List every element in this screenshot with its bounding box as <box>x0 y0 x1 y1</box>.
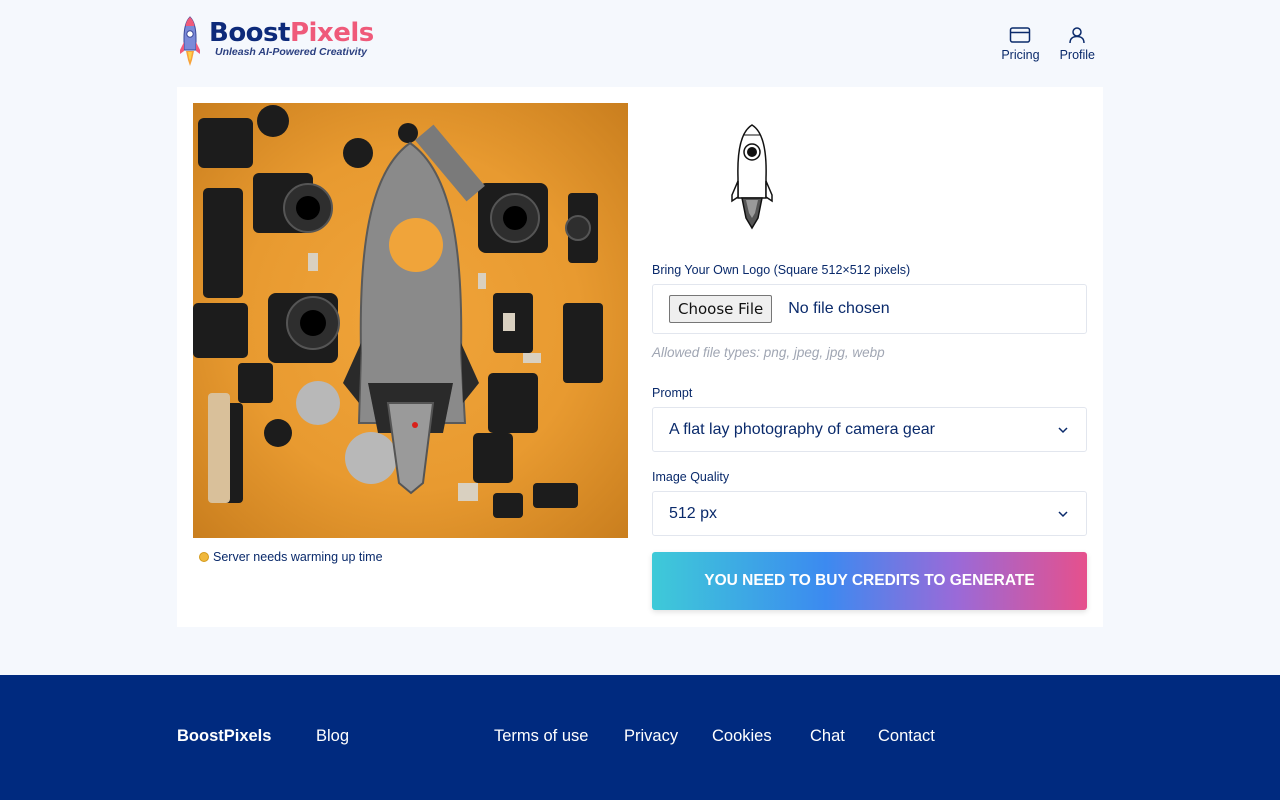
camera-gear-image <box>193 105 603 518</box>
choose-file-button[interactable]: Choose File <box>669 295 773 323</box>
footer-link-privacy[interactable]: Privacy <box>624 726 678 746</box>
rocket-logo-preview-icon <box>731 124 773 230</box>
quality-select[interactable]: 512 px <box>652 491 1087 536</box>
footer-link-terms[interactable]: Terms of use <box>494 726 588 746</box>
logo-name-boost: Boost <box>209 18 290 48</box>
prompt-select-value: A flat lay photography of camera gear <box>669 420 935 438</box>
footer-link-blog[interactable]: Blog <box>316 726 349 746</box>
generator-card: Server needs warming up time Bring Your … <box>177 87 1103 627</box>
site-header: BoostPixels Unleash AI-Powered Creativit… <box>177 0 1103 87</box>
footer-link-contact[interactable]: Contact <box>878 726 935 746</box>
server-status: Server needs warming up time <box>199 550 383 564</box>
chevron-down-icon <box>1058 426 1068 433</box>
generated-image-preview <box>193 103 628 538</box>
logo-tagline: Unleash AI-Powered Creativity <box>215 46 367 58</box>
nav-profile[interactable]: Profile <box>1060 26 1095 62</box>
nav-pricing-label: Pricing <box>1001 48 1040 62</box>
status-dot-icon <box>199 552 209 562</box>
buy-credits-button[interactable]: YOU NEED TO BUY CREDITS TO GENERATE <box>652 552 1087 610</box>
file-status-text: No file chosen <box>788 300 890 317</box>
quality-select-value: 512 px <box>669 504 718 522</box>
prompt-select[interactable]: A flat lay photography of camera gear <box>652 407 1087 452</box>
nav-profile-label: Profile <box>1059 48 1095 62</box>
logo-file-input[interactable]: Choose File No file chosen <box>652 284 1087 334</box>
server-status-text: Server needs warming up time <box>213 550 383 564</box>
chevron-down-icon <box>1058 510 1068 517</box>
user-icon <box>1069 27 1086 44</box>
credit-card-icon <box>1010 27 1031 43</box>
logo-upload-label: Bring Your Own Logo (Square 512×512 pixe… <box>652 263 911 277</box>
header-nav: Pricing Profile <box>1001 26 1095 62</box>
logo-name-pixels: Pixels <box>289 18 374 48</box>
footer-link-cookies[interactable]: Cookies <box>712 726 772 746</box>
prompt-label: Prompt <box>652 386 693 400</box>
quality-label: Image Quality <box>652 470 730 484</box>
site-logo[interactable]: BoostPixels Unleash AI-Powered Creativit… <box>179 16 374 68</box>
generator-form: Bring Your Own Logo (Square 512×512 pixe… <box>652 103 1087 610</box>
file-types-hint: Allowed file types: png, jpeg, jpg, webp <box>652 345 885 360</box>
footer-link-chat[interactable]: Chat <box>810 726 845 746</box>
nav-pricing[interactable]: Pricing <box>1001 26 1040 62</box>
rocket-logo-icon <box>180 16 200 66</box>
site-footer: BoostPixels Blog Terms of use Privacy Co… <box>0 675 1280 800</box>
uploaded-logo-preview <box>692 103 842 243</box>
footer-brand-link[interactable]: BoostPixels <box>177 726 271 746</box>
